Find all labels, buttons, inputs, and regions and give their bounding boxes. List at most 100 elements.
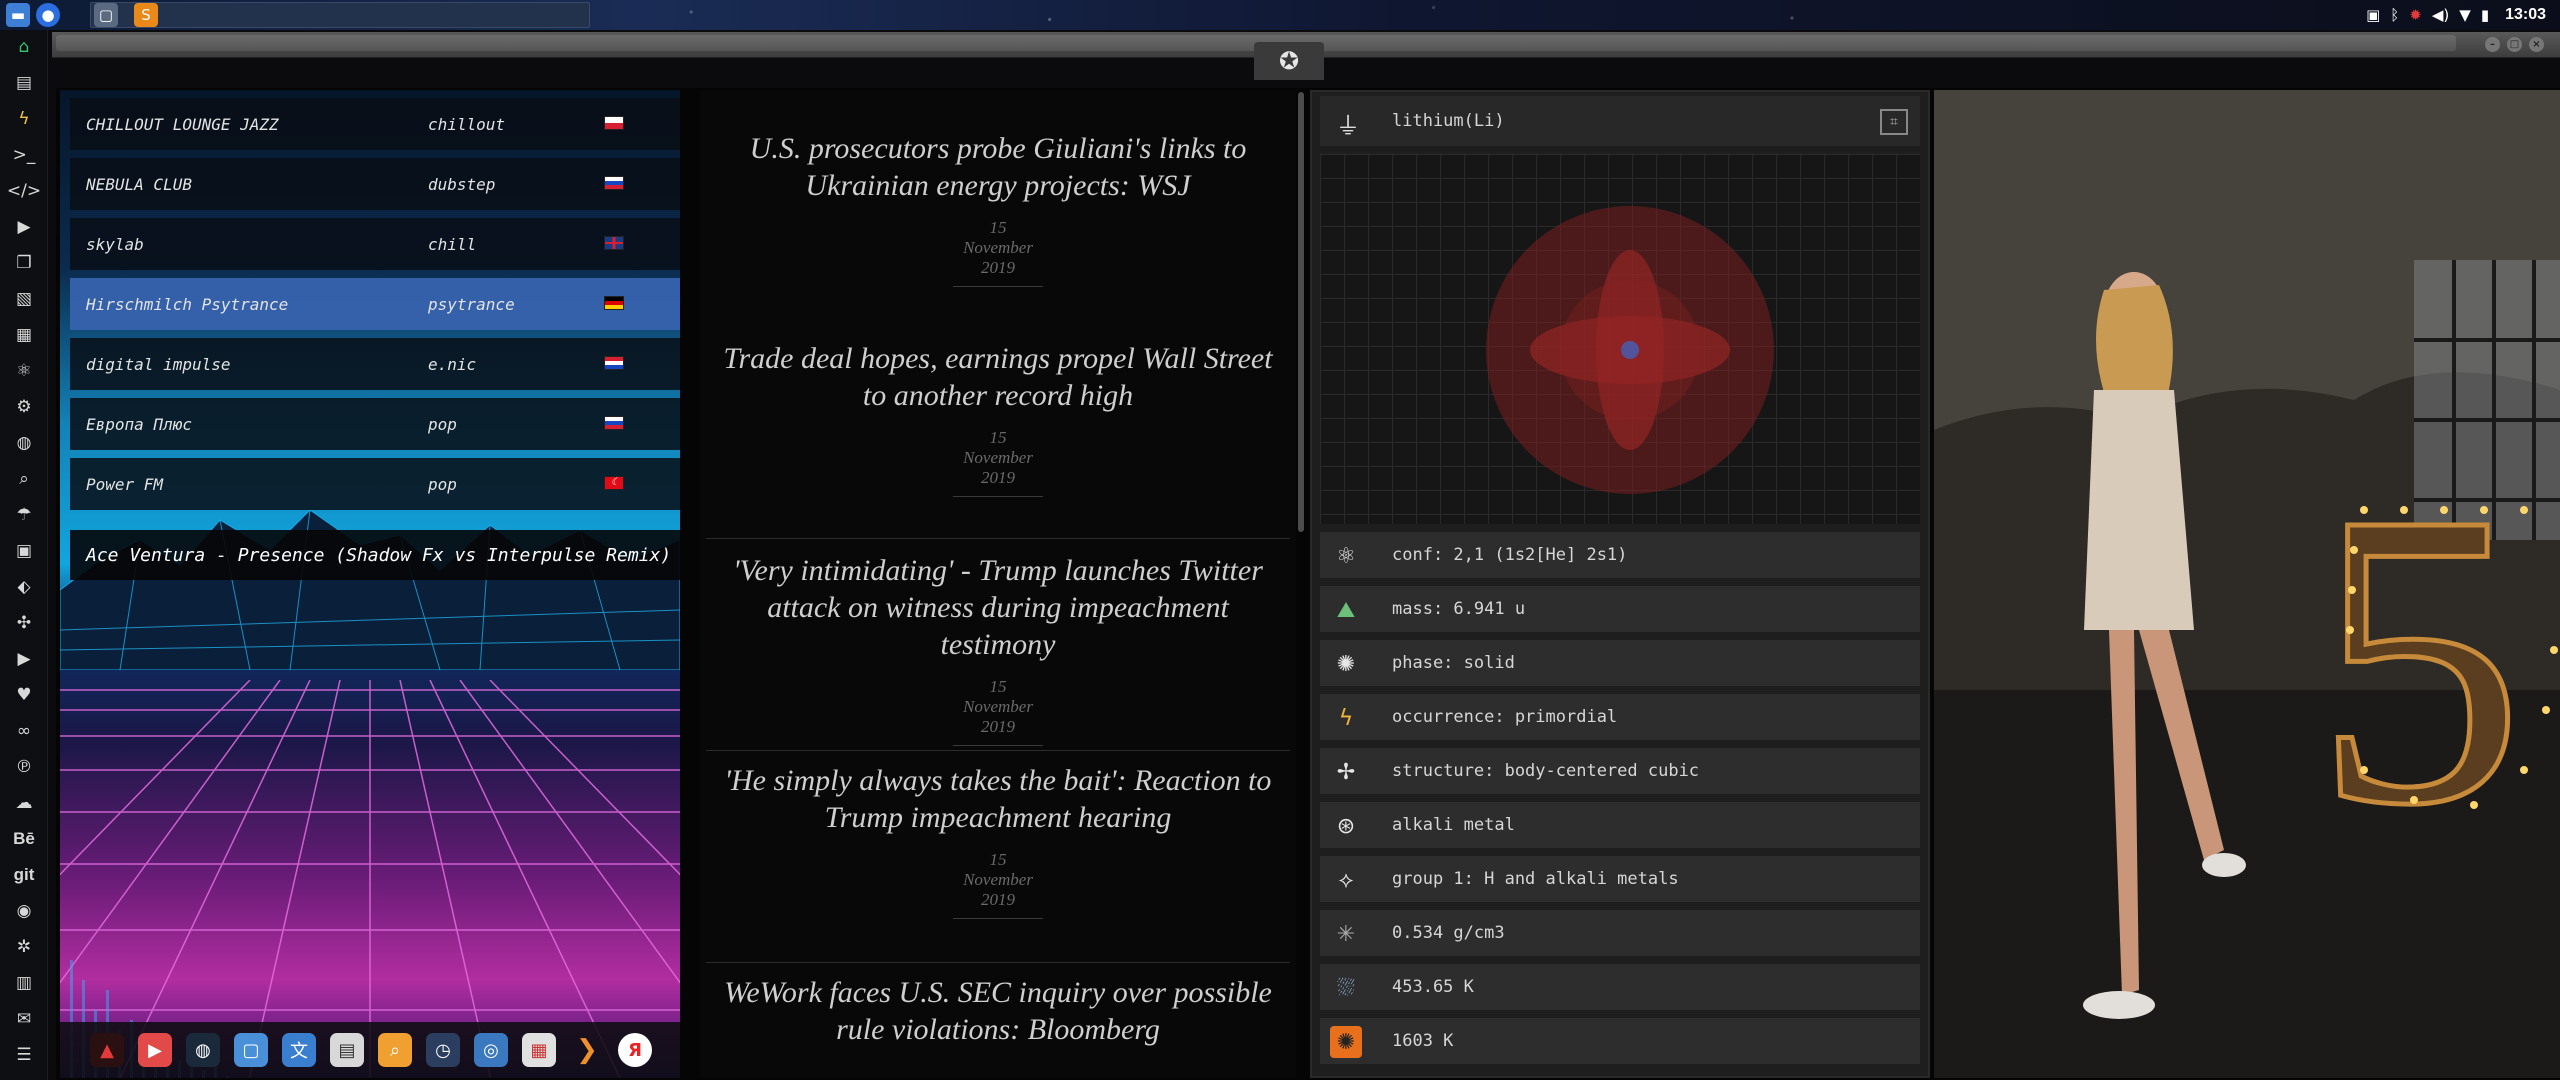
radio-station-row-selected[interactable]: Hirschmilch Psytrance psytrance	[70, 278, 680, 330]
radio-station-row[interactable]: digital impulse e.nic	[70, 338, 680, 390]
radio-station-row[interactable]: skylab chill	[70, 218, 680, 270]
translate-icon[interactable]: 文	[282, 1033, 316, 1067]
scale-icon: ⛰	[1336, 597, 1356, 623]
alchemy-triangle-icon: ⏚	[1336, 112, 1360, 140]
behance-icon[interactable]: Bē	[0, 822, 48, 856]
document-icon[interactable]: ▤	[0, 66, 48, 100]
radio-station-row[interactable]: NEBULA CLUB dubstep	[70, 158, 680, 210]
globe-dark-icon[interactable]: ◍	[186, 1033, 220, 1067]
wifi-icon[interactable]: ▼	[2459, 6, 2471, 24]
image-icon[interactable]: ▧	[0, 282, 48, 316]
git-icon[interactable]: git	[0, 858, 48, 892]
news-divider	[706, 962, 1290, 963]
station-genre: chill	[428, 234, 477, 254]
news-date: 15 November 2019	[953, 850, 1043, 919]
sublime-app-icon[interactable]: S	[134, 3, 158, 27]
station-name: NEBULA CLUB	[86, 174, 192, 194]
tag-icon[interactable]: ⬖	[0, 570, 48, 604]
settings-gear-icon[interactable]: ✹	[2409, 6, 2422, 24]
terminal-icon[interactable]: >_	[0, 138, 48, 172]
search-icon[interactable]: ⌕	[0, 462, 48, 496]
photo-scene-graphic: 5	[1934, 90, 2560, 1078]
list-icon[interactable]: ☰	[0, 1038, 48, 1072]
station-genre: dubstep	[428, 174, 496, 194]
browser-app-icon[interactable]: ●	[36, 3, 60, 27]
clock[interactable]: 13:03	[2505, 6, 2546, 24]
neon-grid-floor	[60, 680, 680, 1078]
taskbar-active-window[interactable]	[90, 2, 590, 28]
element-header: ⏚ lithium(Li) ⌗	[1320, 96, 1920, 146]
mail-icon[interactable]: ✉	[0, 1002, 48, 1036]
web-icon[interactable]: ◎	[474, 1033, 508, 1067]
calendar-news-icon[interactable]: ▤	[330, 1033, 364, 1067]
news-headline[interactable]: Trade deal hopes, earnings propel Wall S…	[700, 340, 1296, 414]
orbital-cloud-graphic	[1486, 206, 1774, 494]
news-icon[interactable]: ▦	[0, 318, 48, 352]
map-icon[interactable]: ▥	[0, 966, 48, 1000]
news-headline[interactable]: U.S. prosecutors probe Giuliani's links …	[700, 130, 1296, 204]
contact-icon[interactable]: ▣	[0, 534, 48, 568]
radio-player-panel: CHILLOUT LOUNGE JAZZ chillout NEBULA CLU…	[60, 90, 680, 1078]
screenshot-icon[interactable]: ▣	[2366, 6, 2380, 24]
calendar-icon[interactable]: ▦	[522, 1033, 556, 1067]
gear-icon[interactable]: ⚙	[0, 390, 48, 424]
news-date: 15 November 2019	[953, 218, 1043, 287]
globe-icon[interactable]: ◍	[0, 426, 48, 460]
battery-icon[interactable]: ▮	[2481, 6, 2489, 24]
arrow-icon[interactable]: ❯	[570, 1033, 604, 1067]
code-icon[interactable]: </>	[0, 174, 48, 208]
property-text: group 1: H and alkali metals	[1392, 869, 1679, 889]
news-date: 15 November 2019	[953, 677, 1043, 746]
station-name: Hirschmilch Psytrance	[86, 294, 289, 314]
scrobbler-icon[interactable]: ▲	[90, 1033, 124, 1067]
news-headline[interactable]: WeWork faces U.S. SEC inquiry over possi…	[700, 974, 1296, 1048]
youtube-icon[interactable]: ▶	[0, 642, 48, 676]
bluetooth-icon[interactable]: ᛒ	[2390, 6, 2399, 24]
minimize-button[interactable]: –	[2485, 37, 2500, 52]
periodic-element-panel: ⏚ lithium(Li) ⌗ ⚛ conf: 2,1 (1s2[He] 2s1…	[1310, 90, 1930, 1078]
news-headline[interactable]: 'He simply always takes the bait': React…	[700, 762, 1296, 836]
news-item[interactable]: WeWork faces U.S. SEC inquiry over possi…	[700, 974, 1296, 1048]
news-divider	[706, 538, 1290, 539]
news-item[interactable]: 'He simply always takes the bait': React…	[700, 762, 1296, 919]
news-scrollbar[interactable]	[1298, 92, 1304, 532]
station-name: Power FM	[86, 474, 164, 494]
lastfm-icon[interactable]: ∞	[0, 714, 48, 748]
heart-icon[interactable]: ♥	[0, 678, 48, 712]
news-item[interactable]: U.S. prosecutors probe Giuliani's links …	[700, 130, 1296, 287]
radio-station-row[interactable]: Power FM pop ☾	[70, 458, 680, 510]
close-button[interactable]: ×	[2529, 37, 2544, 52]
cloud-icon[interactable]: ☁	[0, 786, 48, 820]
copy-icon[interactable]: ❐	[0, 246, 48, 280]
atom-icon[interactable]: ⚛	[0, 354, 48, 388]
radio-station-row[interactable]: Европа Плюс pop	[70, 398, 680, 450]
news-item[interactable]: Trade deal hopes, earnings propel Wall S…	[700, 340, 1296, 497]
news-item[interactable]: 'Very intimidating' - Trump launches Twi…	[700, 552, 1296, 746]
window-app-icon[interactable]: ▢	[94, 3, 118, 27]
github-icon[interactable]: ◉	[0, 894, 48, 928]
close-icon[interactable]: ⌗	[1880, 109, 1908, 135]
tools-icon[interactable]: ✣	[0, 606, 48, 640]
umbrella-icon[interactable]: ☂	[0, 498, 48, 532]
volume-icon[interactable]: ◀)	[2432, 6, 2449, 24]
window-icon[interactable]: ▢	[234, 1033, 268, 1067]
files-app-icon[interactable]: ▬	[6, 3, 30, 27]
yandex-icon[interactable]: Я	[618, 1033, 652, 1067]
bug-icon[interactable]: ✲	[0, 930, 48, 964]
clock-icon[interactable]: ◷	[426, 1033, 460, 1067]
maximize-button[interactable]: □	[2507, 37, 2522, 52]
element-property-row: ✺ 1603 K	[1320, 1018, 1920, 1064]
radio-station-row[interactable]: CHILLOUT LOUNGE JAZZ chillout	[70, 98, 680, 150]
play-icon[interactable]: ▶	[0, 210, 48, 244]
news-headline[interactable]: 'Very intimidating' - Trump launches Twi…	[700, 552, 1296, 663]
home-icon[interactable]: ⌂	[0, 30, 48, 64]
station-genre: psytrance	[428, 294, 515, 314]
pinterest-icon[interactable]: ℗	[0, 750, 48, 784]
now-playing-track: Ace Ventura - Presence (Shadow Fx vs Int…	[70, 530, 680, 580]
orbit-icon: ✺	[1336, 651, 1356, 677]
search-icon[interactable]: ⌕	[378, 1033, 412, 1067]
youtube-icon[interactable]: ▶	[138, 1033, 172, 1067]
flash-icon[interactable]: ϟ	[0, 102, 48, 136]
rebel-alliance-icon[interactable]: ✪	[1254, 42, 1324, 80]
svg-text:5: 5	[2314, 426, 2524, 891]
